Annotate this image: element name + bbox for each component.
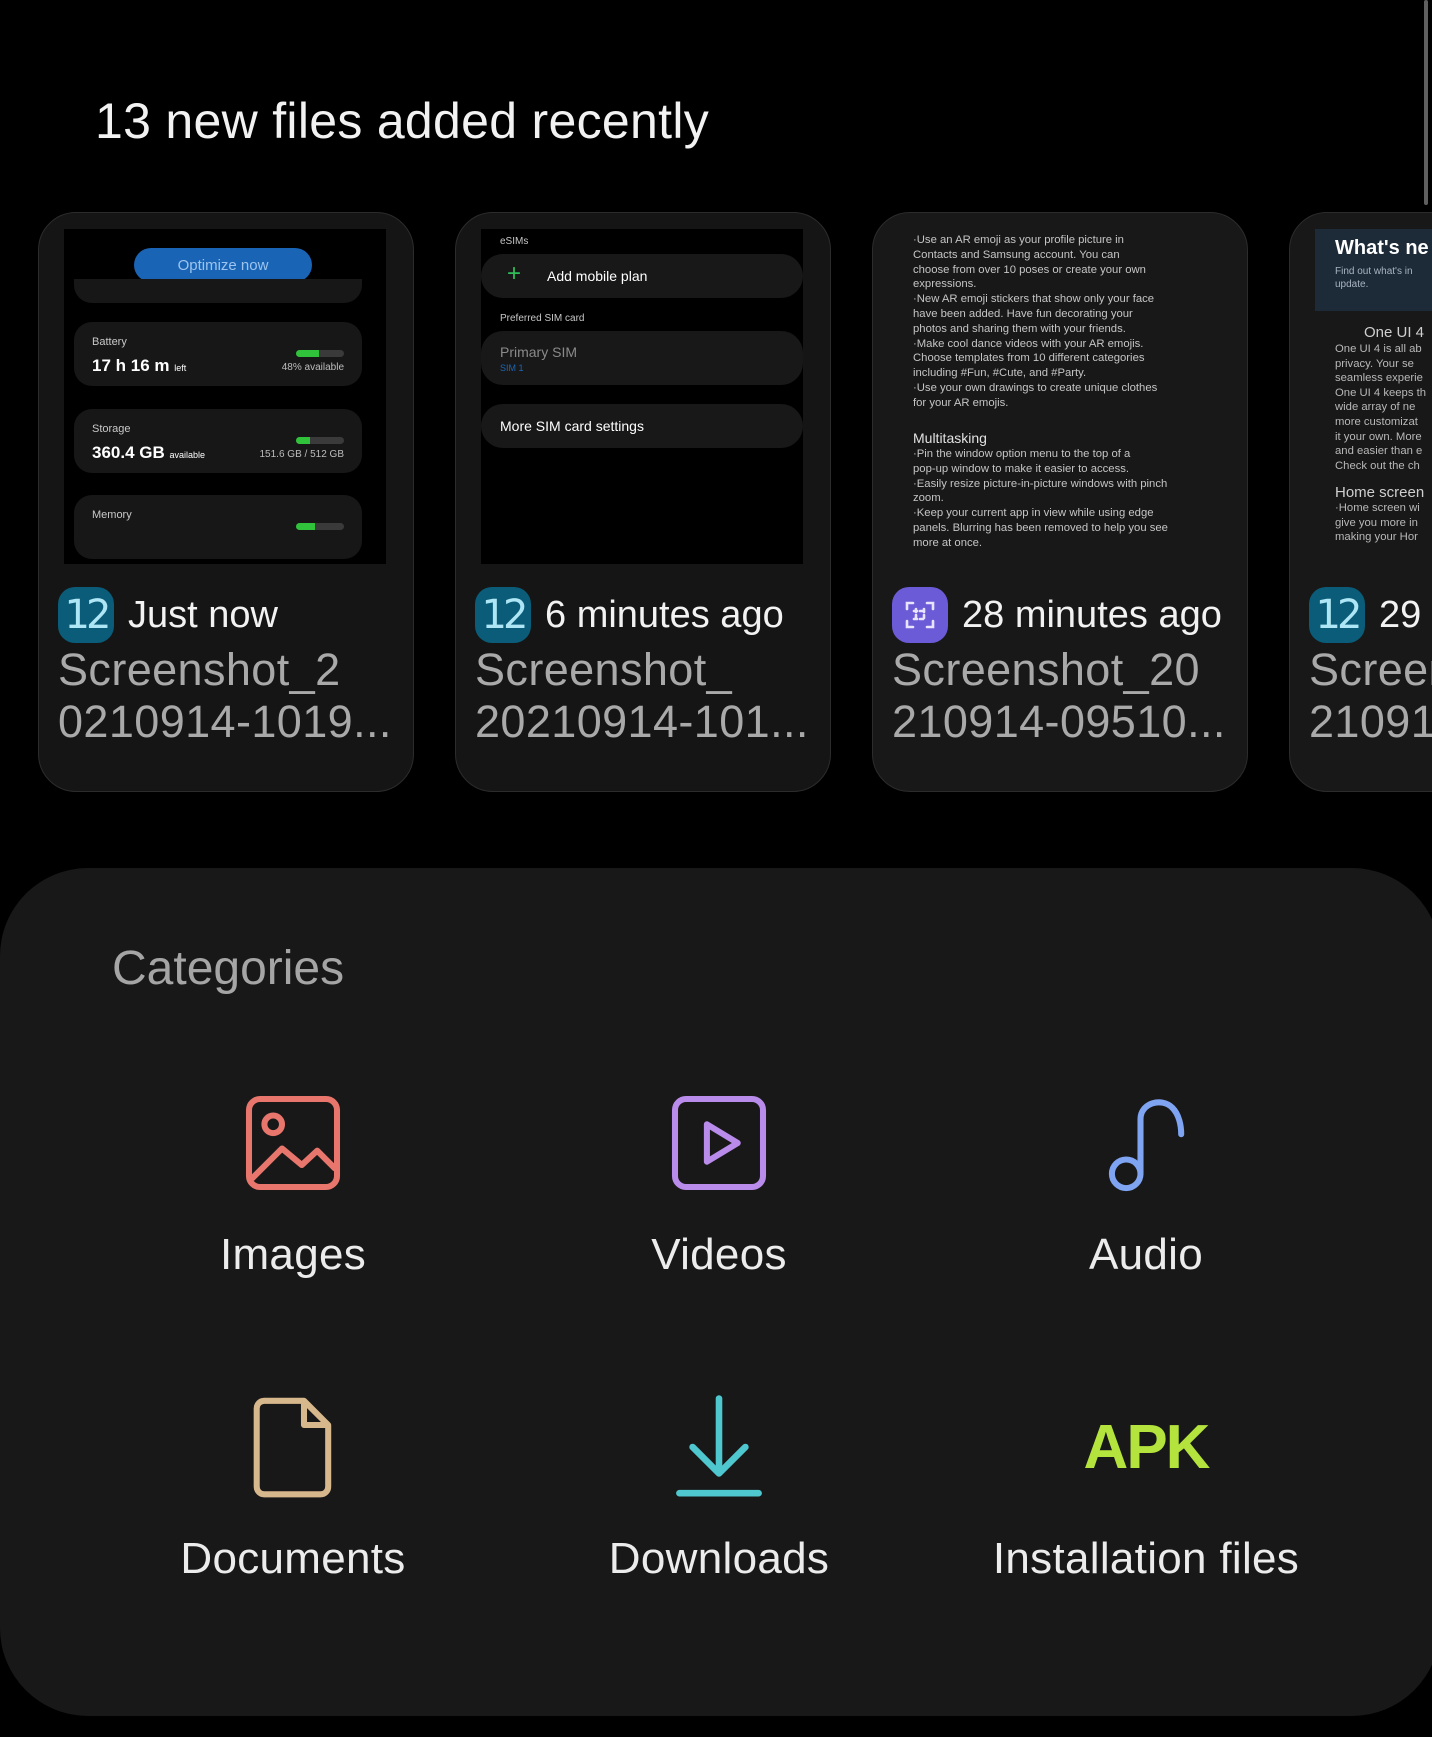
file-name-line1: Screenshot_2 bbox=[58, 644, 341, 695]
memory-bar-fill bbox=[296, 523, 316, 530]
file-name-line1: Screenshot_20 bbox=[892, 644, 1200, 695]
video-icon bbox=[664, 1088, 774, 1198]
file-thumbnail: What's ne Find out what's in update. One… bbox=[1315, 229, 1432, 564]
file-name-line2: 21091 bbox=[1309, 696, 1432, 747]
optimize-now-button: Optimize now bbox=[134, 248, 312, 282]
screen-capture-icon bbox=[892, 587, 948, 643]
battery-panel: Battery 17 h 16 m left 48% available bbox=[74, 322, 362, 386]
file-thumbnail: ·Use an AR emoji as your profile picture… bbox=[898, 229, 1220, 564]
memory-bar bbox=[296, 523, 344, 530]
category-audio[interactable]: Audio bbox=[931, 1088, 1361, 1348]
one-ui-app-icon: 12 bbox=[58, 587, 114, 643]
apk-icon: APK bbox=[1084, 1392, 1211, 1502]
categories-title: Categories bbox=[112, 942, 345, 995]
recent-file-card[interactable]: What's ne Find out what's in update. One… bbox=[1289, 212, 1432, 792]
recent-files-title: 13 new files added recently bbox=[95, 93, 710, 149]
file-time: 28 minutes ago bbox=[962, 593, 1222, 636]
one-ui-app-icon: 12 bbox=[1309, 587, 1365, 643]
battery-label: Battery bbox=[92, 336, 127, 348]
storage-panel: Storage 360.4 GB available 151.6 GB / 51… bbox=[74, 409, 362, 473]
preferred-sim-label: Preferred SIM card bbox=[500, 313, 585, 324]
card-meta: 12 6 minutes ago Screenshot_ 20210914-10… bbox=[475, 585, 820, 749]
category-videos[interactable]: Videos bbox=[504, 1088, 934, 1348]
one-ui-app-icon: 12 bbox=[475, 587, 531, 643]
file-thumbnail: eSIMs + Add mobile plan Preferred SIM ca… bbox=[481, 229, 803, 564]
document-icon bbox=[238, 1392, 348, 1502]
file-name-line2: 0210914-1019... bbox=[58, 696, 392, 747]
one-ui-heading: One UI 4 bbox=[1364, 324, 1425, 341]
card-meta: 28 minutes ago Screenshot_20 210914-0951… bbox=[892, 585, 1237, 749]
whats-new-subtitle: Find out what's in update. bbox=[1335, 266, 1413, 290]
recent-file-card[interactable]: eSIMs + Add mobile plan Preferred SIM ca… bbox=[455, 212, 831, 792]
category-label: Images bbox=[219, 1230, 367, 1279]
file-name-line1: Screen bbox=[1309, 644, 1432, 695]
category-documents[interactable]: Documents bbox=[78, 1392, 508, 1652]
release-notes-text: ·Use an AR emoji as your profile picture… bbox=[913, 234, 1158, 409]
file-time: 6 minutes ago bbox=[545, 593, 784, 636]
thumb-panel bbox=[74, 279, 362, 303]
battery-bar-fill bbox=[296, 350, 320, 357]
battery-bar bbox=[296, 350, 344, 357]
primary-sim-label: Primary SIM bbox=[500, 344, 577, 360]
memory-panel: Memory bbox=[74, 495, 362, 559]
file-name-line2: 210914-09510... bbox=[892, 696, 1226, 747]
file-thumbnail: Optimize now Battery 17 h 16 m left 48% … bbox=[64, 229, 386, 564]
file-name-line2: 20210914-101... bbox=[475, 696, 809, 747]
category-label: Documents bbox=[180, 1534, 406, 1583]
home-screen-heading: Home screen bbox=[1335, 484, 1425, 501]
file-name-line1: Screenshot_ bbox=[475, 644, 733, 695]
whats-new-header: What's ne Find out what's in update. bbox=[1315, 229, 1432, 311]
one-ui-text: One UI 4 is all ab privacy. Your se seam… bbox=[1335, 343, 1427, 472]
memory-label: Memory bbox=[92, 509, 132, 521]
more-sim-settings-label: More SIM card settings bbox=[500, 418, 644, 434]
primary-sim-row: Primary SIM SIM 1 bbox=[481, 331, 803, 385]
scroll-indicator[interactable] bbox=[1424, 0, 1428, 205]
image-icon bbox=[238, 1088, 348, 1198]
category-label: Videos bbox=[651, 1230, 787, 1279]
multitasking-heading: Multitasking bbox=[913, 430, 987, 446]
file-time: 29 bbox=[1379, 593, 1422, 636]
whats-new-title: What's ne bbox=[1335, 237, 1429, 259]
battery-value: 17 h 16 m left bbox=[92, 356, 187, 375]
apk-icon-text: APK bbox=[1083, 1412, 1211, 1482]
card-meta: 12 Just now Screenshot_2 0210914-1019... bbox=[58, 585, 403, 749]
plus-icon: + bbox=[507, 260, 522, 287]
more-sim-settings-row: More SIM card settings bbox=[481, 404, 803, 448]
category-label: Audio bbox=[1088, 1230, 1204, 1279]
category-images[interactable]: Images bbox=[78, 1088, 508, 1348]
esims-label: eSIMs bbox=[500, 236, 529, 247]
storage-label: Storage bbox=[92, 423, 131, 435]
sim1-label: SIM 1 bbox=[500, 363, 524, 373]
battery-sub: 48% available bbox=[281, 362, 344, 373]
add-mobile-plan-label: Add mobile plan bbox=[547, 268, 648, 284]
recent-files-carousel[interactable]: Optimize now Battery 17 h 16 m left 48% … bbox=[0, 212, 1432, 794]
recent-file-card[interactable]: Optimize now Battery 17 h 16 m left 48% … bbox=[38, 212, 414, 792]
file-time: Just now bbox=[128, 593, 278, 636]
storage-value: 360.4 GB available bbox=[92, 443, 206, 462]
category-label: Downloads bbox=[608, 1534, 830, 1583]
storage-sub: 151.6 GB / 512 GB bbox=[259, 449, 345, 460]
add-mobile-plan-row: + Add mobile plan bbox=[481, 254, 803, 298]
categories-panel: Categories Images Videos Audio Documents… bbox=[0, 868, 1432, 1716]
multitasking-text: ·Pin the window option menu to the top o… bbox=[913, 448, 1168, 549]
download-icon bbox=[664, 1392, 774, 1502]
category-label: Installation files bbox=[992, 1534, 1300, 1583]
category-downloads[interactable]: Downloads bbox=[504, 1392, 934, 1652]
storage-bar-fill bbox=[296, 437, 311, 444]
home-screen-text: ·Home screen wi give you more in making … bbox=[1335, 502, 1420, 544]
card-meta: 12 29 Screen 21091 bbox=[1309, 585, 1432, 749]
storage-bar bbox=[296, 437, 344, 444]
recent-file-card[interactable]: ·Use an AR emoji as your profile picture… bbox=[872, 212, 1248, 792]
category-installation-files[interactable]: APK Installation files bbox=[931, 1392, 1361, 1652]
music-note-icon bbox=[1091, 1088, 1201, 1198]
